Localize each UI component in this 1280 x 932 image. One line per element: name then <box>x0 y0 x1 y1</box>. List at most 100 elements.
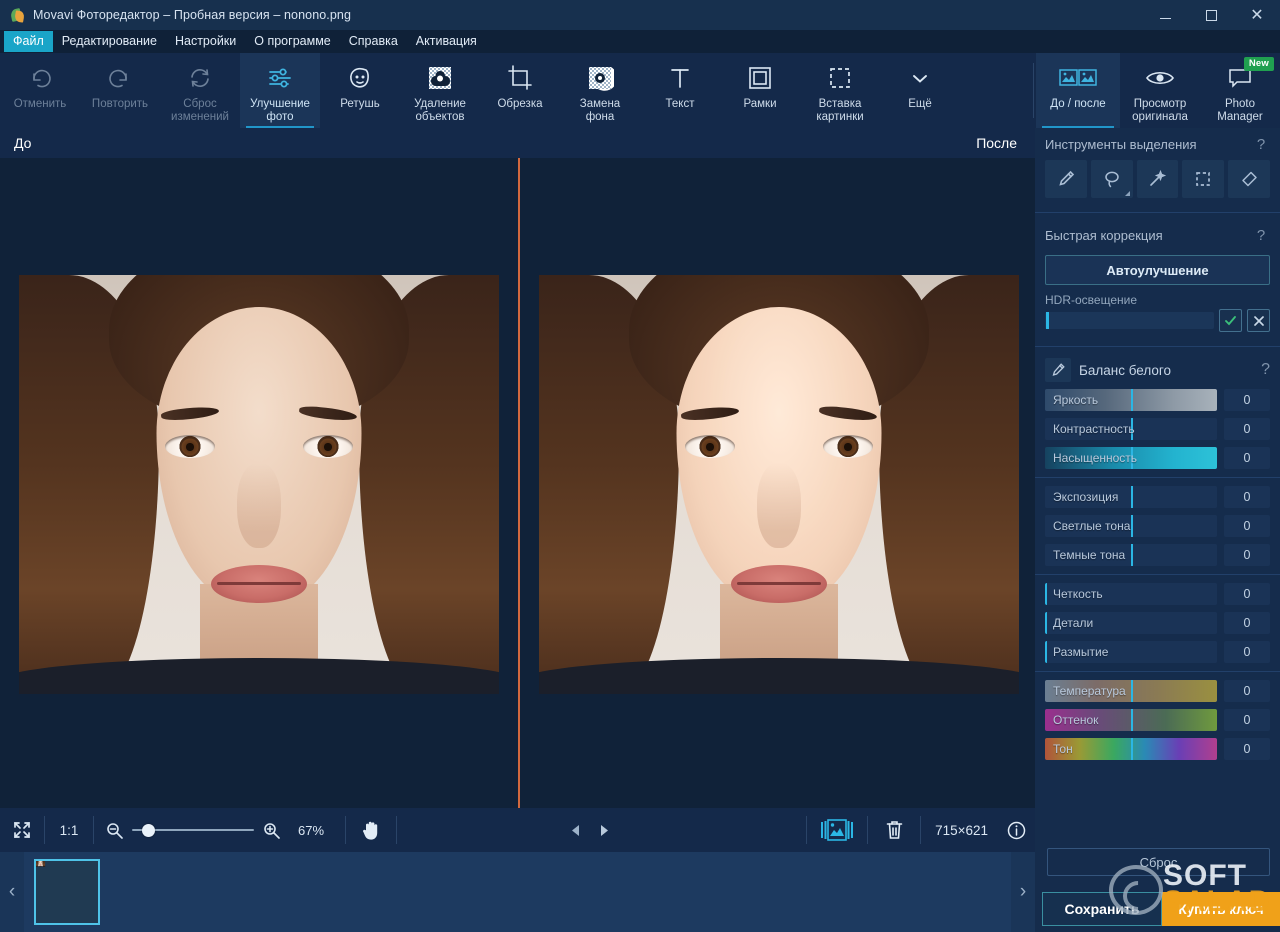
menu-item-about[interactable]: О программе <box>245 31 339 52</box>
exposure-slider[interactable]: Экспозиция <box>1045 486 1217 508</box>
highlights-slider[interactable]: Светлые тона <box>1045 515 1217 537</box>
toolbar-before-after[interactable]: До / после <box>1036 53 1120 128</box>
filmstrip-prev-button[interactable]: ‹ <box>0 852 24 932</box>
highlights-value[interactable]: 0 <box>1224 515 1270 537</box>
eyedropper-button[interactable] <box>1045 358 1071 382</box>
undo-icon <box>27 61 53 95</box>
prev-triangle-icon[interactable] <box>567 822 584 839</box>
menu-item-file[interactable]: Файл <box>4 31 53 52</box>
toolbar-background-replace[interactable]: Замена фона <box>560 53 640 128</box>
lasso-tool[interactable] <box>1091 160 1133 198</box>
zoom-controls: 67% <box>94 822 345 839</box>
saturation-value[interactable]: 0 <box>1224 447 1270 469</box>
object-removal-icon <box>426 61 454 95</box>
menu-item-settings[interactable]: Настройки <box>166 31 245 52</box>
sharpness-slider[interactable]: Четкость <box>1045 583 1217 605</box>
toolbar-frames[interactable]: Рамки <box>720 53 800 128</box>
filmstrip-thumbnail[interactable] <box>34 859 100 925</box>
canvas-area[interactable]: До После <box>0 128 1035 808</box>
brightness-slider[interactable]: Яркость <box>1045 389 1217 411</box>
saturation-slider[interactable]: Насыщенность <box>1045 447 1217 469</box>
temperature-value[interactable]: 0 <box>1224 680 1270 702</box>
toolbar-text-label: Текст <box>641 98 719 111</box>
white-balance-help-icon[interactable]: ? <box>1261 361 1270 379</box>
blur-slider[interactable]: Размытие <box>1045 641 1217 663</box>
menu-item-edit[interactable]: Редактирование <box>53 31 166 52</box>
shadows-value[interactable]: 0 <box>1224 544 1270 566</box>
brightness-value[interactable]: 0 <box>1224 389 1270 411</box>
reset-button[interactable]: Сброс <box>1047 848 1270 876</box>
contrast-value[interactable]: 0 <box>1224 418 1270 440</box>
delete-button[interactable] <box>868 808 920 852</box>
toolbar-view-original[interactable]: Просмотр оригинала <box>1120 53 1200 128</box>
hue-value[interactable]: 0 <box>1224 738 1270 760</box>
auto-enhance-button[interactable]: Автоулучшение <box>1045 255 1270 285</box>
sharpness-value[interactable]: 0 <box>1224 583 1270 605</box>
details-value[interactable]: 0 <box>1224 612 1270 634</box>
slider-group-exposure: Экспозиция 0 Светлые тона 0 Темные тона <box>1035 484 1280 568</box>
hand-tool-button[interactable] <box>346 808 396 852</box>
toolbar-object-removal[interactable]: Удаление объектов <box>400 53 480 128</box>
next-triangle-icon[interactable] <box>596 822 613 839</box>
tint-value[interactable]: 0 <box>1224 709 1270 731</box>
filmstrip-next-button[interactable]: › <box>1011 852 1035 932</box>
zoom-in-icon[interactable] <box>263 822 280 839</box>
menu-bar: Файл Редактирование Настройки О программ… <box>0 30 1280 53</box>
hue-slider[interactable]: Тон <box>1045 738 1217 760</box>
buy-key-button[interactable]: Купить ключ <box>1162 892 1280 926</box>
menu-item-activation[interactable]: Активация <box>407 31 486 52</box>
rectangle-select-tool[interactable] <box>1182 160 1224 198</box>
before-image[interactable] <box>19 275 499 694</box>
hdr-slider-handle[interactable] <box>1046 312 1049 329</box>
toolbar-retouch[interactable]: Ретушь <box>320 53 400 128</box>
toolbar-redo[interactable]: Повторить <box>80 53 160 128</box>
slider-group-color: Температура 0 Оттенок 0 Тон 0 <box>1035 678 1280 762</box>
blur-value[interactable]: 0 <box>1224 641 1270 663</box>
hdr-lighting-slider[interactable] <box>1045 312 1214 329</box>
toolbar-more[interactable]: Ещё <box>880 53 960 128</box>
tint-slider[interactable]: Оттенок <box>1045 709 1217 731</box>
slider-row: Размытие 0 <box>1045 639 1270 665</box>
zoom-slider[interactable] <box>132 823 254 837</box>
contrast-slider[interactable]: Контрастность <box>1045 418 1217 440</box>
quick-fix-help-icon[interactable]: ? <box>1252 227 1270 244</box>
hdr-apply-button[interactable] <box>1219 309 1242 332</box>
after-image[interactable] <box>539 275 1019 694</box>
selection-help-icon[interactable]: ? <box>1252 136 1270 153</box>
panel-divider <box>1035 212 1280 213</box>
fit-to-screen-button[interactable] <box>0 808 44 852</box>
toolbar-undo[interactable]: Отменить <box>0 53 80 128</box>
menu-item-help[interactable]: Справка <box>340 31 407 52</box>
magic-wand-tool[interactable] <box>1137 160 1179 198</box>
lasso-dropdown-caret[interactable] <box>1125 191 1130 196</box>
toolbar-reset-changes[interactable]: Сброс изменений <box>160 53 240 128</box>
before-after-divider[interactable] <box>518 158 520 808</box>
temperature-slider[interactable]: Температура <box>1045 680 1217 702</box>
redo-icon <box>107 61 133 95</box>
eye-icon <box>1145 61 1175 95</box>
toolbar-photo-manager[interactable]: New Photo Manager <box>1200 53 1280 128</box>
eraser-tool[interactable] <box>1228 160 1270 198</box>
details-slider[interactable]: Детали <box>1045 612 1217 634</box>
sliders-icon <box>266 61 294 95</box>
toolbar-crop[interactable]: Обрезка <box>480 53 560 128</box>
zoom-slider-handle[interactable] <box>142 824 155 837</box>
compare-images-button[interactable] <box>807 808 867 852</box>
shadows-slider[interactable]: Темные тона <box>1045 544 1217 566</box>
exposure-value[interactable]: 0 <box>1224 486 1270 508</box>
after-label: После <box>976 135 1017 151</box>
save-button[interactable]: Сохранить <box>1042 892 1162 926</box>
toolbar-insert-image[interactable]: Вставка картинки <box>800 53 880 128</box>
zoom-out-icon[interactable] <box>106 822 123 839</box>
info-button[interactable] <box>997 808 1035 852</box>
maximize-button[interactable] <box>1188 0 1234 30</box>
close-button[interactable]: ✕ <box>1234 0 1280 30</box>
minimize-button[interactable] <box>1142 0 1188 30</box>
selection-brush-tool[interactable] <box>1045 160 1087 198</box>
hdr-cancel-button[interactable] <box>1247 309 1270 332</box>
toolbar-enhance-photo[interactable]: Улучшение фото <box>240 53 320 128</box>
saturation-label: Насыщенность <box>1053 447 1137 469</box>
toolbar-text[interactable]: Текст <box>640 53 720 128</box>
white-balance-header: Баланс белого ? <box>1035 353 1280 387</box>
actual-size-button[interactable]: 1:1 <box>45 808 93 852</box>
